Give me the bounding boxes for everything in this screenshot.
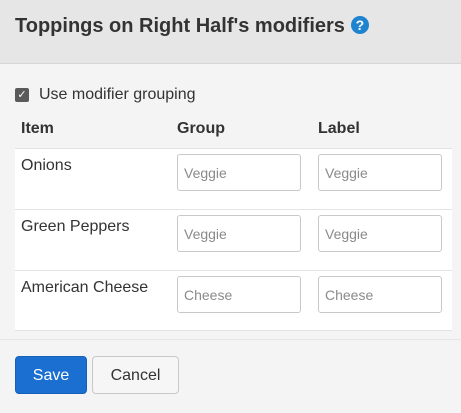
table-row: Onions	[15, 148, 452, 209]
group-input[interactable]	[177, 154, 301, 191]
group-input[interactable]	[177, 276, 301, 313]
cancel-button[interactable]: Cancel	[92, 356, 179, 394]
help-icon[interactable]: ?	[350, 16, 369, 34]
group-input[interactable]	[177, 215, 301, 252]
save-button[interactable]: Save	[15, 356, 87, 394]
dialog-header: Toppings on Right Half's modifiers?	[0, 0, 461, 64]
label-input[interactable]	[318, 154, 442, 191]
table-row: American Cheese	[15, 270, 452, 331]
dialog-title-text: Toppings on Right Half's modifiers	[15, 15, 345, 37]
item-name: Green Peppers	[21, 218, 130, 235]
label-input[interactable]	[318, 215, 442, 252]
label-input[interactable]	[318, 276, 442, 313]
modifiers-dialog: Toppings on Right Half's modifiers? ✓ Us…	[0, 0, 461, 413]
checkmark-icon[interactable]: ✓	[15, 88, 29, 102]
dialog-title: Toppings on Right Half's modifiers?	[15, 13, 369, 39]
column-header-group: Group	[177, 120, 225, 137]
modifier-table: Item Group Label Onions Green Peppers Am…	[15, 114, 452, 331]
item-name: Onions	[21, 157, 72, 174]
modifier-grouping-option[interactable]: ✓ Use modifier grouping	[15, 85, 196, 105]
column-header-item: Item	[21, 120, 54, 137]
item-name: American Cheese	[21, 279, 149, 296]
footer-divider	[0, 339, 461, 340]
table-row: Green Peppers	[15, 209, 452, 270]
modifier-grouping-label: Use modifier grouping	[39, 86, 196, 103]
column-header-label: Label	[318, 120, 360, 137]
